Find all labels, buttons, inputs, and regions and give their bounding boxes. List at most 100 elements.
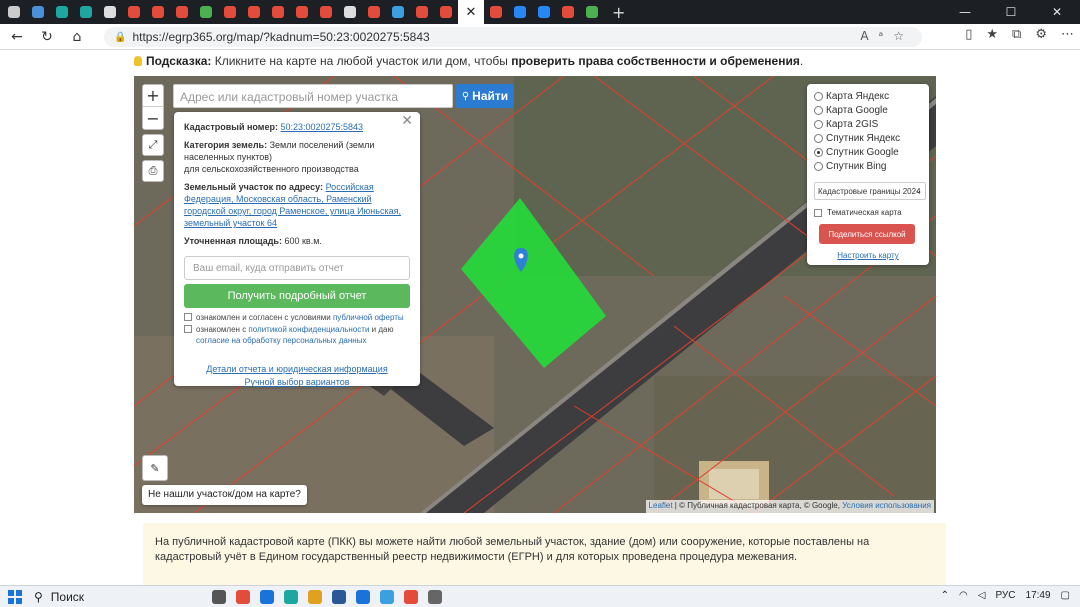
- favorites-icon[interactable]: ★: [986, 27, 998, 42]
- personal-data-link[interactable]: согласие на обработку персональных данны…: [196, 336, 366, 345]
- radio-button[interactable]: [814, 91, 823, 101]
- browser-tab[interactable]: [122, 0, 146, 24]
- basemap-option[interactable]: Карта Яндекс: [814, 89, 922, 103]
- chevron-up-icon[interactable]: ⌃: [941, 590, 949, 601]
- browser-tab[interactable]: [508, 0, 532, 24]
- browser-tab[interactable]: [170, 0, 194, 24]
- browser-tab[interactable]: [556, 0, 580, 24]
- zoom-in-icon[interactable]: +: [143, 85, 163, 107]
- offer-link[interactable]: публичной оферты: [333, 313, 404, 322]
- browser-tab[interactable]: [50, 0, 74, 24]
- offer-checkbox[interactable]: [184, 313, 192, 321]
- read-aloud-icon[interactable]: Aᵃ: [860, 29, 893, 43]
- clock[interactable]: 17:49: [1026, 590, 1051, 601]
- radio-button[interactable]: [814, 161, 823, 171]
- browser-tab[interactable]: [98, 0, 122, 24]
- close-icon[interactable]: ✕: [401, 114, 413, 128]
- print-icon[interactable]: ⎙: [142, 160, 164, 182]
- tab-close-icon[interactable]: ✕: [466, 5, 477, 20]
- notifications-icon[interactable]: ▢: [1061, 590, 1070, 601]
- tab-favicon-icon: [152, 6, 164, 18]
- radio-button[interactable]: [814, 119, 823, 129]
- more-menu-icon[interactable]: ⋯: [1061, 27, 1074, 42]
- ruler-icon[interactable]: ✎: [142, 455, 168, 481]
- browser-tab[interactable]: [194, 0, 218, 24]
- share-link-button[interactable]: Поделиться ссылкой: [819, 224, 915, 244]
- zoom-out-icon[interactable]: −: [143, 107, 163, 129]
- new-tab-icon[interactable]: +: [612, 3, 625, 22]
- taskbar-app-icon[interactable]: [236, 590, 250, 604]
- privacy-checkbox[interactable]: [184, 325, 192, 333]
- boundaries-select[interactable]: Кадастровые границы 2024 ⌄: [814, 182, 926, 200]
- browser-tab[interactable]: [26, 0, 50, 24]
- taskbar-app-icon[interactable]: [308, 590, 322, 604]
- privacy-link[interactable]: политикой конфиденциальности: [248, 325, 369, 334]
- extensions-icon[interactable]: ⚙: [1035, 27, 1047, 42]
- browser-tab[interactable]: [362, 0, 386, 24]
- refresh-icon[interactable]: ↻: [34, 24, 60, 50]
- cadnum-link[interactable]: 50:23:0020275:5843: [280, 122, 363, 132]
- browser-tab[interactable]: [290, 0, 314, 24]
- get-report-button[interactable]: Получить подробный отчет: [184, 284, 410, 308]
- browser-tab[interactable]: [338, 0, 362, 24]
- taskbar-app-icon[interactable]: [284, 590, 298, 604]
- favorite-star-icon[interactable]: ☆: [893, 29, 914, 43]
- terms-link[interactable]: Условия использования: [842, 501, 931, 510]
- home-icon[interactable]: ⌂: [64, 24, 90, 50]
- basemap-option[interactable]: Карта 2GIS: [814, 117, 922, 131]
- basemap-option[interactable]: Спутник Google: [814, 145, 922, 159]
- browser-tab[interactable]: [242, 0, 266, 24]
- minimize-icon[interactable]: —: [942, 0, 988, 24]
- thematic-checkbox[interactable]: [814, 208, 822, 217]
- details-link[interactable]: Детали отчета и юридическая информация: [206, 364, 387, 374]
- search-input[interactable]: Адрес или кадастровый номер участка: [173, 84, 453, 108]
- collections-icon[interactable]: ⧉: [1012, 27, 1021, 42]
- browser-tab[interactable]: [386, 0, 410, 24]
- radio-button[interactable]: [814, 147, 823, 157]
- browser-tab[interactable]: [434, 0, 458, 24]
- find-button[interactable]: ⚲ Найти: [456, 84, 514, 108]
- back-icon[interactable]: ←: [4, 24, 30, 50]
- basemap-option[interactable]: Спутник Bing: [814, 159, 922, 173]
- email-field[interactable]: Ваш email, куда отправить отчет: [184, 256, 410, 280]
- browser-tab[interactable]: [580, 0, 604, 24]
- taskbar-app-icon[interactable]: [404, 590, 418, 604]
- volume-icon[interactable]: ◁: [978, 590, 986, 601]
- fullscreen-icon[interactable]: ⤢: [142, 134, 164, 156]
- network-icon[interactable]: ◠: [959, 590, 968, 601]
- browser-tab[interactable]: [484, 0, 508, 24]
- leaflet-link[interactable]: Leaflet: [649, 501, 673, 510]
- browser-tab[interactable]: [314, 0, 338, 24]
- browser-tab[interactable]: ✕: [458, 0, 484, 24]
- close-window-icon[interactable]: ✕: [1034, 0, 1080, 24]
- browser-tab[interactable]: [2, 0, 26, 24]
- cadastral-map[interactable]: + − ⤢ ⎙ ✎ Адрес или кадастровый номер уч…: [134, 76, 936, 513]
- thematic-map-option[interactable]: Тематическая карта: [814, 208, 922, 217]
- browser-tab[interactable]: [410, 0, 434, 24]
- radio-button[interactable]: [814, 133, 823, 143]
- taskbar-app-icon[interactable]: [332, 590, 346, 604]
- language-indicator[interactable]: РУС: [995, 590, 1015, 601]
- taskbar-app-icon[interactable]: [380, 590, 394, 604]
- browser-tab[interactable]: [266, 0, 290, 24]
- setup-map-link[interactable]: Настроить карту: [814, 251, 922, 260]
- basemap-option[interactable]: Спутник Яндекс: [814, 131, 922, 145]
- split-screen-icon[interactable]: ▯: [965, 27, 972, 42]
- browser-tab[interactable]: [532, 0, 556, 24]
- browser-tab[interactable]: [74, 0, 98, 24]
- taskbar-app-icon[interactable]: [356, 590, 370, 604]
- taskbar-app-icon[interactable]: [212, 590, 226, 604]
- radio-button[interactable]: [814, 105, 823, 115]
- windows-start-icon[interactable]: [8, 589, 22, 604]
- taskbar-app-icon[interactable]: [260, 590, 274, 604]
- not-found-button[interactable]: Не нашли участок/дом на карте?: [142, 485, 307, 505]
- taskbar: ⚲ Поиск ⌃ ◠ ◁ РУС 17:49 ▢: [0, 585, 1080, 607]
- basemap-option[interactable]: Карта Google: [814, 103, 922, 117]
- url-field[interactable]: 🔒 https://egrp365.org/map/?kadnum=50:23:…: [104, 27, 922, 47]
- browser-tab[interactable]: [146, 0, 170, 24]
- browser-tab[interactable]: [218, 0, 242, 24]
- taskbar-app-icon[interactable]: [428, 590, 442, 604]
- taskbar-search[interactable]: ⚲ Поиск: [34, 590, 84, 604]
- maximize-icon[interactable]: ☐: [988, 0, 1034, 24]
- manual-select-link[interactable]: Ручной выбор вариантов: [244, 377, 349, 387]
